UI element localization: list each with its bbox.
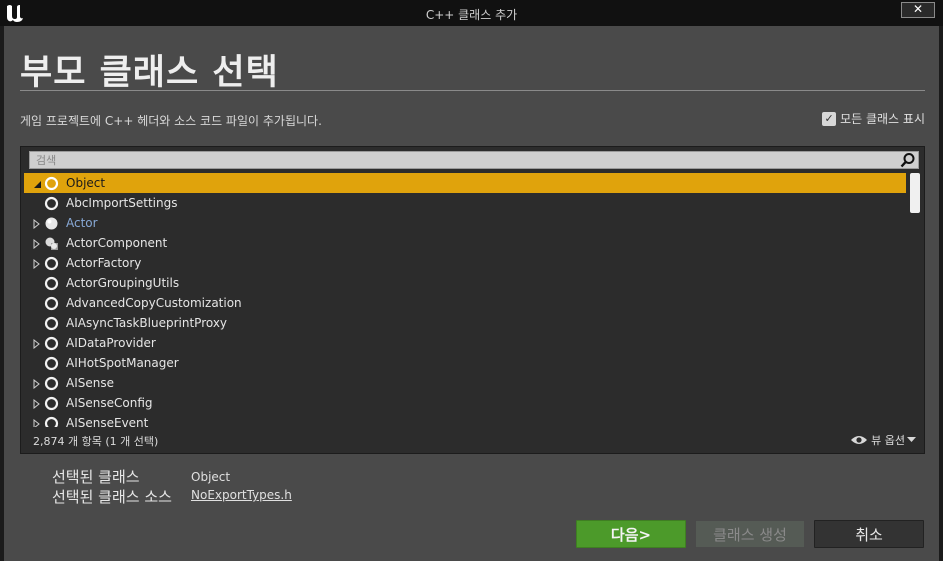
show-all-label: 모든 클래스 표시 — [840, 112, 925, 126]
heading-divider — [20, 90, 925, 91]
selected-class-value: Object — [191, 470, 231, 484]
tree-row-label: AISenseEvent — [66, 416, 149, 427]
view-options-label: 뷰 옵션 — [871, 434, 905, 447]
class-icon — [44, 196, 59, 211]
collapsed-arrow-icon[interactable] — [32, 418, 42, 427]
tree-row[interactable]: ActorFactory — [24, 253, 906, 273]
collapsed-arrow-icon[interactable] — [32, 238, 42, 250]
class-icon — [44, 276, 59, 291]
class-icon — [44, 296, 59, 311]
cancel-button[interactable]: 취소 — [814, 520, 924, 548]
tree-row-label: AdvancedCopyCustomization — [66, 296, 242, 310]
show-all-classes-toggle[interactable]: ✓ 모든 클래스 표시 — [822, 110, 925, 127]
selected-class-source-label: 선택된 클래스 소스 — [52, 488, 172, 506]
selected-class-source-link[interactable]: NoExportTypes.h — [191, 488, 292, 502]
tree-scrollbar[interactable] — [910, 173, 920, 427]
class-icon — [44, 256, 59, 271]
tree-row[interactable]: AdvancedCopyCustomization — [24, 293, 906, 313]
next-button[interactable]: 다음> — [576, 520, 686, 548]
class-tree: Object AbcImportSettings Actor ActorCompone… — [24, 173, 906, 427]
tree-row[interactable]: AbcImportSettings — [24, 193, 906, 213]
show-all-checkbox[interactable]: ✓ — [822, 111, 837, 126]
tree-row-label: AbcImportSettings — [66, 196, 178, 210]
item-count: 2,874 개 항목 (1 개 선택) — [33, 435, 159, 448]
page-title: 부모 클래스 선택 — [20, 53, 279, 93]
search-icon[interactable] — [900, 152, 916, 168]
dialog-description: 게임 프로젝트에 C++ 헤더와 소스 코드 파일이 추가됩니다. — [20, 114, 322, 128]
class-icon — [44, 376, 59, 391]
tree-row[interactable]: AISenseConfig — [24, 393, 906, 413]
class-picker-panel: Object AbcImportSettings Actor ActorCompone… — [20, 146, 925, 454]
tree-row-label: ActorComponent — [66, 236, 168, 250]
class-icon — [44, 356, 59, 371]
tree-row-label: AIHotSpotManager — [66, 356, 179, 370]
create-class-button[interactable]: 클래스 생성 — [695, 520, 805, 548]
collapsed-arrow-icon[interactable] — [32, 338, 42, 350]
tree-row[interactable]: AISenseEvent — [24, 413, 906, 427]
view-options-button[interactable]: 뷰 옵션 — [850, 432, 916, 448]
eye-icon — [851, 436, 868, 444]
tree-row[interactable]: Actor — [24, 213, 906, 233]
close-button[interactable]: ✕ — [901, 2, 935, 18]
tree-row-label: ActorGroupingUtils — [66, 276, 180, 290]
tree-row-label: Actor — [66, 216, 98, 230]
tree-row[interactable]: AIHotSpotManager — [24, 353, 906, 373]
title-bar: C++ 클래스 추가 ✕ — [0, 0, 943, 26]
collapsed-arrow-icon[interactable] — [32, 258, 42, 270]
search-input[interactable] — [36, 153, 886, 168]
tree-row-label: Object — [66, 176, 106, 190]
tree-row[interactable]: ActorGroupingUtils — [24, 273, 906, 293]
tree-row-label: AIAsyncTaskBlueprintProxy — [66, 316, 228, 330]
selected-class-label: 선택된 클래스 — [52, 468, 140, 486]
actor-component-icon — [44, 236, 59, 251]
class-icon — [44, 416, 59, 427]
tree-row-label: AIDataProvider — [66, 336, 156, 350]
collapsed-arrow-icon[interactable] — [32, 378, 42, 390]
tree-row[interactable]: AIAsyncTaskBlueprintProxy — [24, 313, 906, 333]
class-icon — [44, 396, 59, 411]
tree-row-label: ActorFactory — [66, 256, 142, 270]
tree-row[interactable]: Object — [24, 173, 906, 193]
expanded-arrow-icon[interactable] — [32, 178, 42, 188]
actor-icon — [44, 216, 59, 231]
tree-row[interactable]: AIDataProvider — [24, 333, 906, 353]
tree-row-label: AISenseConfig — [66, 396, 153, 410]
search-box[interactable] — [29, 151, 919, 169]
class-icon — [44, 316, 59, 331]
tree-row[interactable]: AISense — [24, 373, 906, 393]
chevron-down-icon — [907, 437, 916, 442]
scrollbar-thumb[interactable] — [910, 173, 920, 213]
collapsed-arrow-icon[interactable] — [32, 218, 42, 230]
tree-row[interactable]: ActorComponent — [24, 233, 906, 253]
class-icon — [44, 176, 59, 191]
window-title: C++ 클래스 추가 — [425, 8, 518, 22]
add-class-dialog: 부모 클래스 선택 게임 프로젝트에 C++ 헤더와 소스 코드 파일이 추가됩… — [4, 26, 939, 561]
tree-row-label: AISense — [66, 376, 114, 390]
class-icon — [44, 336, 59, 351]
collapsed-arrow-icon[interactable] — [32, 398, 42, 410]
